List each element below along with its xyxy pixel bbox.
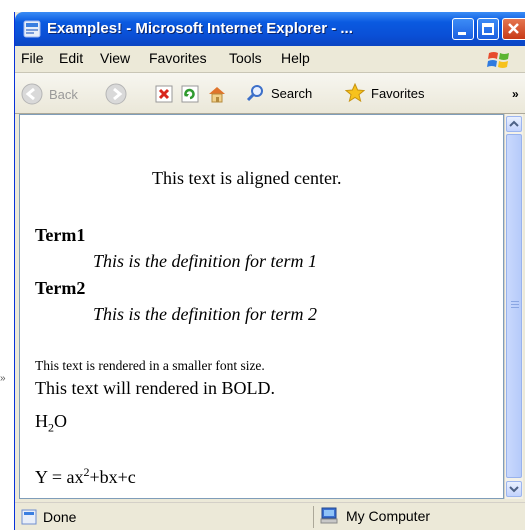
outside-marker: » (0, 373, 6, 384)
refresh-button[interactable] (181, 85, 199, 103)
favorites-label: Favorites (371, 85, 425, 101)
refresh-icon (181, 85, 199, 103)
page-done-icon (21, 509, 37, 525)
ie-window: Examples! - Microsoft Internet Explorer … (14, 12, 525, 530)
dl-definition-1: This is the definition for term 1 (93, 251, 318, 271)
status-bar: Done My Computer (15, 502, 525, 530)
toolbar-overflow-chevron[interactable]: » (512, 87, 519, 101)
dl-term-1: Term1 (35, 225, 86, 245)
bold-sentence-text: This text will rendered in BOLD. (35, 378, 275, 398)
stop-icon (155, 85, 173, 103)
thumb-grip-line (511, 301, 519, 302)
search-icon (246, 85, 263, 102)
ie-document-icon (23, 20, 41, 38)
center-aligned-text: This text is aligned center. (152, 168, 342, 188)
search-label: Search (271, 85, 313, 101)
security-zone: My Computer (320, 507, 430, 525)
security-zone-label: My Computer (346, 508, 431, 524)
scroll-down-button[interactable] (506, 481, 522, 497)
home-icon (209, 87, 225, 103)
scroll-up-arrow-icon (509, 120, 519, 127)
window-title: Examples! - Microsoft Internet Explorer … (47, 20, 353, 37)
search-button[interactable]: Search (245, 83, 312, 103)
maximize-button[interactable] (477, 18, 499, 40)
title-bar[interactable]: Examples! - Microsoft Internet Explorer … (15, 12, 525, 46)
favorites-button[interactable]: Favorites (345, 83, 424, 103)
formula-poly-lhs: Y = ax (35, 467, 84, 487)
thumb-grip-line (511, 304, 519, 305)
formula-polynomial: Y = ax2+bx+c (35, 465, 136, 488)
stop-button[interactable] (155, 85, 173, 103)
home-button[interactable] (207, 84, 227, 104)
dl-term-2: Term2 (35, 278, 86, 298)
small-font-text: This text is rendered in a smaller font … (35, 358, 265, 373)
minimize-icon (458, 32, 466, 35)
back-button[interactable]: Back (21, 83, 78, 105)
toolbar: Back Search Favorites » (15, 73, 525, 114)
menu-tools[interactable]: Tools (229, 50, 262, 66)
formula-h2o: H2O (35, 411, 67, 436)
menu-bar: File Edit View Favorites Tools Help (15, 46, 525, 73)
vertical-scrollbar[interactable] (504, 114, 523, 499)
forward-button[interactable] (105, 83, 127, 105)
formula-poly-rhs: +bx+c (89, 467, 136, 487)
status-done: Done (21, 509, 76, 525)
menu-help[interactable]: Help (281, 50, 310, 66)
menu-file[interactable]: File (21, 50, 44, 66)
close-icon (508, 23, 519, 34)
menu-view[interactable]: View (100, 50, 130, 66)
menu-favorites[interactable]: Favorites (149, 50, 207, 66)
windows-logo-icon (487, 52, 509, 68)
minimize-button[interactable] (452, 18, 474, 40)
maximize-icon (482, 23, 494, 35)
page-content: This text is aligned center. Term1 This … (19, 114, 504, 499)
close-button[interactable] (502, 18, 525, 40)
scroll-thumb[interactable] (506, 134, 522, 478)
forward-arrow-icon (105, 83, 127, 105)
favorites-star-icon (345, 83, 365, 103)
back-label: Back (49, 86, 78, 102)
scroll-up-button[interactable] (506, 116, 522, 132)
back-arrow-icon (21, 83, 43, 105)
formula-h2o-tail: O (54, 411, 67, 431)
menu-edit[interactable]: Edit (59, 50, 83, 66)
dl-definition-2: This is the definition for term 2 (93, 304, 318, 324)
scroll-down-arrow-icon (509, 486, 519, 493)
my-computer-icon (320, 507, 338, 524)
formula-h2o-base: H (35, 411, 48, 431)
thumb-grip-line (511, 307, 519, 308)
status-divider (313, 506, 314, 528)
status-done-label: Done (43, 509, 77, 525)
